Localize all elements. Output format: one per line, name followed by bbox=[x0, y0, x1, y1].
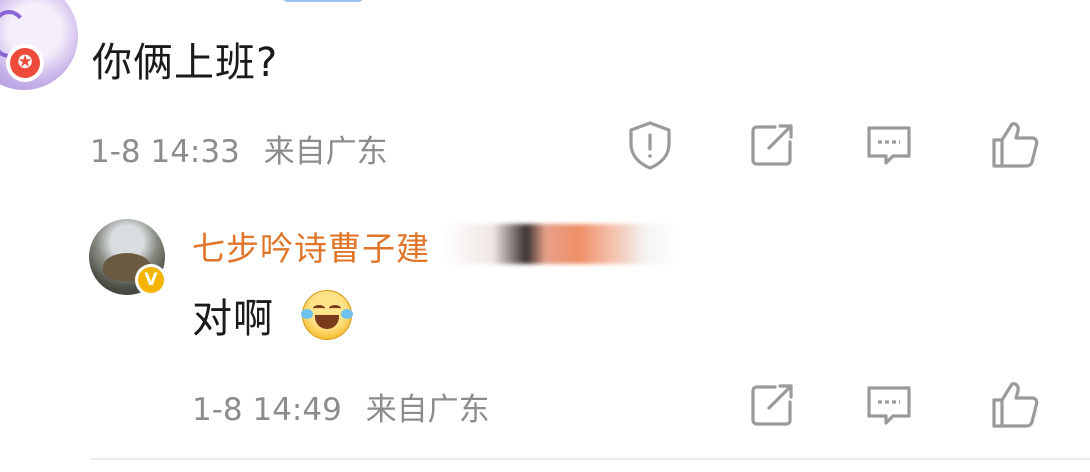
comment-location: 来自广东 bbox=[365, 392, 490, 428]
comment-text: 你俩上班? bbox=[92, 40, 279, 86]
comment-location: 来自广东 bbox=[263, 134, 388, 170]
user-medal-badge bbox=[440, 224, 680, 264]
user-level-badge bbox=[282, 0, 364, 2]
comment-time: 1-8 14:49 bbox=[192, 392, 342, 428]
like-icon[interactable] bbox=[988, 118, 1042, 172]
username[interactable]: 七步吟诗曹子建 bbox=[192, 222, 430, 270]
comment-text: 对啊 bbox=[192, 296, 274, 342]
share-icon[interactable] bbox=[745, 118, 799, 172]
laughing-crying-emoji-icon bbox=[301, 290, 353, 340]
comment-meta: 1-8 14:49 来自广东 bbox=[192, 384, 490, 429]
comment-meta: 1-8 14:33 来自广东 bbox=[90, 126, 388, 171]
comment-time: 1-8 14:33 bbox=[90, 134, 240, 170]
divider bbox=[90, 458, 1090, 460]
user-badge-icon: ✪ bbox=[6, 44, 44, 82]
share-icon[interactable] bbox=[745, 378, 799, 432]
like-icon[interactable] bbox=[988, 378, 1042, 432]
comment-icon[interactable] bbox=[862, 378, 916, 432]
report-icon[interactable] bbox=[623, 118, 677, 172]
comment-icon[interactable] bbox=[862, 118, 916, 172]
verified-badge-icon: V bbox=[135, 264, 167, 296]
